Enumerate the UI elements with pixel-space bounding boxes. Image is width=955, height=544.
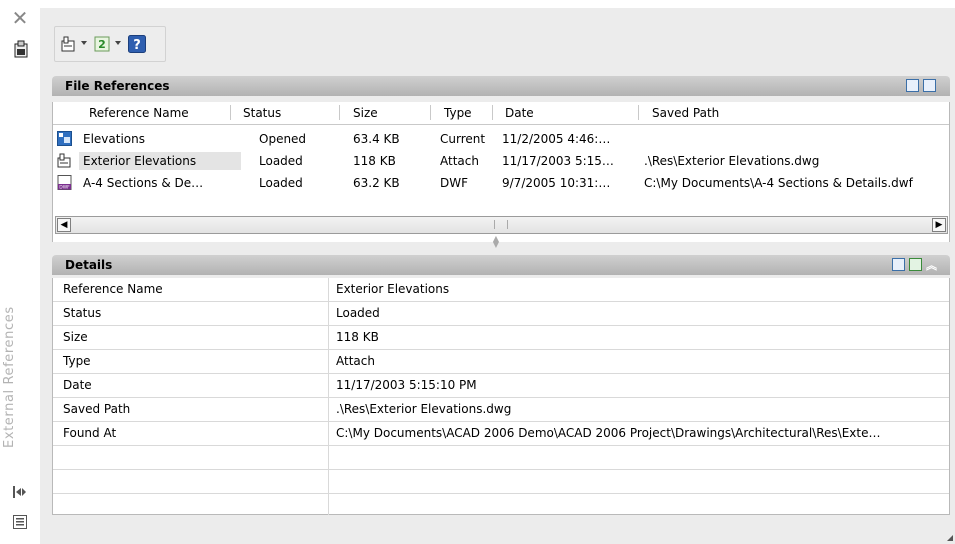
column-header-row: Reference Name Status Size Type Date Sav… <box>53 102 949 125</box>
list-view-icon[interactable] <box>906 79 919 92</box>
details-title: Details <box>65 258 113 272</box>
svg-text:?: ? <box>133 38 141 53</box>
properties-menu-icon[interactable] <box>13 515 27 529</box>
refresh-icon[interactable]: 2 <box>94 36 110 52</box>
detail-value[interactable]: 118 KB <box>336 330 379 344</box>
attach-dwg-icon[interactable] <box>61 36 77 52</box>
detail-label: Date <box>63 378 92 392</box>
detail-value[interactable]: Exterior Elevations <box>336 282 449 296</box>
preview-icon[interactable] <box>909 258 922 271</box>
svg-text:DWF: DWF <box>59 185 70 191</box>
saved-path: C:\My Documents\A-4 Sections & Details.d… <box>644 176 913 190</box>
detail-label: Size <box>63 330 88 344</box>
detail-label: Found At <box>63 426 117 440</box>
details-header: Details ︽ <box>52 255 950 275</box>
detail-row: Type Attach <box>53 350 949 374</box>
scroll-thumb-grip[interactable] <box>494 220 508 229</box>
detail-row: Reference Name Exterior Elevations <box>53 278 949 302</box>
detail-value[interactable]: Loaded <box>336 306 380 320</box>
reference-name: Elevations <box>83 132 145 146</box>
collapse-chevron-up-icon[interactable]: ︽ <box>926 257 937 273</box>
dwf-file-icon: DWF <box>57 175 72 190</box>
file-references-title: File References <box>65 79 170 93</box>
panel-splitter-icon[interactable]: ▲ ▼ <box>491 235 501 250</box>
file-references-list: Reference Name Status Size Type Date Sav… <box>52 102 950 242</box>
tree-view-icon[interactable] <box>923 79 936 92</box>
drawing-icon <box>57 131 72 146</box>
type: Attach <box>440 154 479 168</box>
detail-row: Found At C:\My Documents\ACAD 2006 Demo\… <box>53 422 949 446</box>
detail-row: Status Loaded <box>53 302 949 326</box>
resize-grip-icon[interactable] <box>947 535 953 541</box>
detail-value[interactable]: C:\My Documents\ACAD 2006 Demo\ACAD 2006… <box>336 426 881 440</box>
scroll-left-icon[interactable]: ◀ <box>57 218 71 232</box>
detail-value[interactable]: .\Res\Exterior Elevations.dwg <box>336 402 511 416</box>
help-icon[interactable]: ? <box>128 35 146 53</box>
status: Opened <box>259 132 307 146</box>
close-icon[interactable]: ✕ <box>11 8 29 28</box>
status: Loaded <box>259 154 303 168</box>
detail-row: Date 11/17/2003 5:15:10 PM <box>53 374 949 398</box>
detail-label: Status <box>63 306 102 320</box>
column-header-date[interactable]: Date <box>505 106 534 120</box>
detail-label: Type <box>63 354 91 368</box>
date: 9/7/2005 10:31:… <box>502 176 611 190</box>
properties-icon[interactable] <box>13 40 29 58</box>
table-row[interactable]: Elevations Opened 63.4 KB Current 11/2/2… <box>53 129 949 149</box>
column-header-status[interactable]: Status <box>243 106 281 120</box>
column-header-size[interactable]: Size <box>353 106 378 120</box>
toolbar: 2 ? <box>54 26 166 62</box>
horizontal-scrollbar[interactable]: ◀ ▶ <box>55 216 948 234</box>
detail-row: Saved Path .\Res\Exterior Elevations.dwg <box>53 398 949 422</box>
detail-row-empty <box>53 470 949 494</box>
xref-dwg-icon <box>57 153 71 168</box>
detail-row-empty <box>53 446 949 470</box>
detail-value[interactable]: 11/17/2003 5:15:10 PM <box>336 378 477 392</box>
size: 118 KB <box>353 154 396 168</box>
palette-title-bar: ✕ External References <box>0 0 40 544</box>
reference-name: A-4 Sections & De… <box>83 176 204 190</box>
table-row[interactable]: DWF A-4 Sections & De… Loaded 63.2 KB DW… <box>53 173 949 193</box>
detail-label: Reference Name <box>63 282 163 296</box>
details-view-icon[interactable] <box>892 258 905 271</box>
scroll-right-icon[interactable]: ▶ <box>932 218 946 232</box>
size: 63.2 KB <box>353 176 400 190</box>
refresh-dropdown-chevron-down-icon[interactable] <box>115 41 121 45</box>
status: Loaded <box>259 176 303 190</box>
file-references-header: File References <box>52 76 950 96</box>
detail-label: Saved Path <box>63 402 131 416</box>
reference-name: Exterior Elevations <box>83 154 197 168</box>
column-header-type[interactable]: Type <box>444 106 472 120</box>
saved-path: .\Res\Exterior Elevations.dwg <box>644 154 820 168</box>
column-header-reference-name[interactable]: Reference Name <box>89 106 189 120</box>
detail-row-empty <box>53 494 949 518</box>
date: 11/2/2005 4:46:… <box>502 132 611 146</box>
palette-title: External References <box>2 306 17 448</box>
type: Current <box>440 132 486 146</box>
table-row[interactable]: Exterior Elevations Loaded 118 KB Attach… <box>53 151 949 171</box>
palette-content: 2 ? File References Reference Name Statu… <box>40 8 955 544</box>
attach-dropdown-chevron-down-icon[interactable] <box>81 41 87 45</box>
type: DWF <box>440 176 469 190</box>
auto-hide-icon[interactable] <box>13 486 27 498</box>
svg-text:2: 2 <box>98 38 106 51</box>
size: 63.4 KB <box>353 132 400 146</box>
detail-row: Size 118 KB <box>53 326 949 350</box>
column-header-saved-path[interactable]: Saved Path <box>652 106 719 120</box>
date: 11/17/2003 5:15… <box>502 154 614 168</box>
details-grid: Reference Name Exterior Elevations Statu… <box>52 278 950 515</box>
detail-value[interactable]: Attach <box>336 354 375 368</box>
